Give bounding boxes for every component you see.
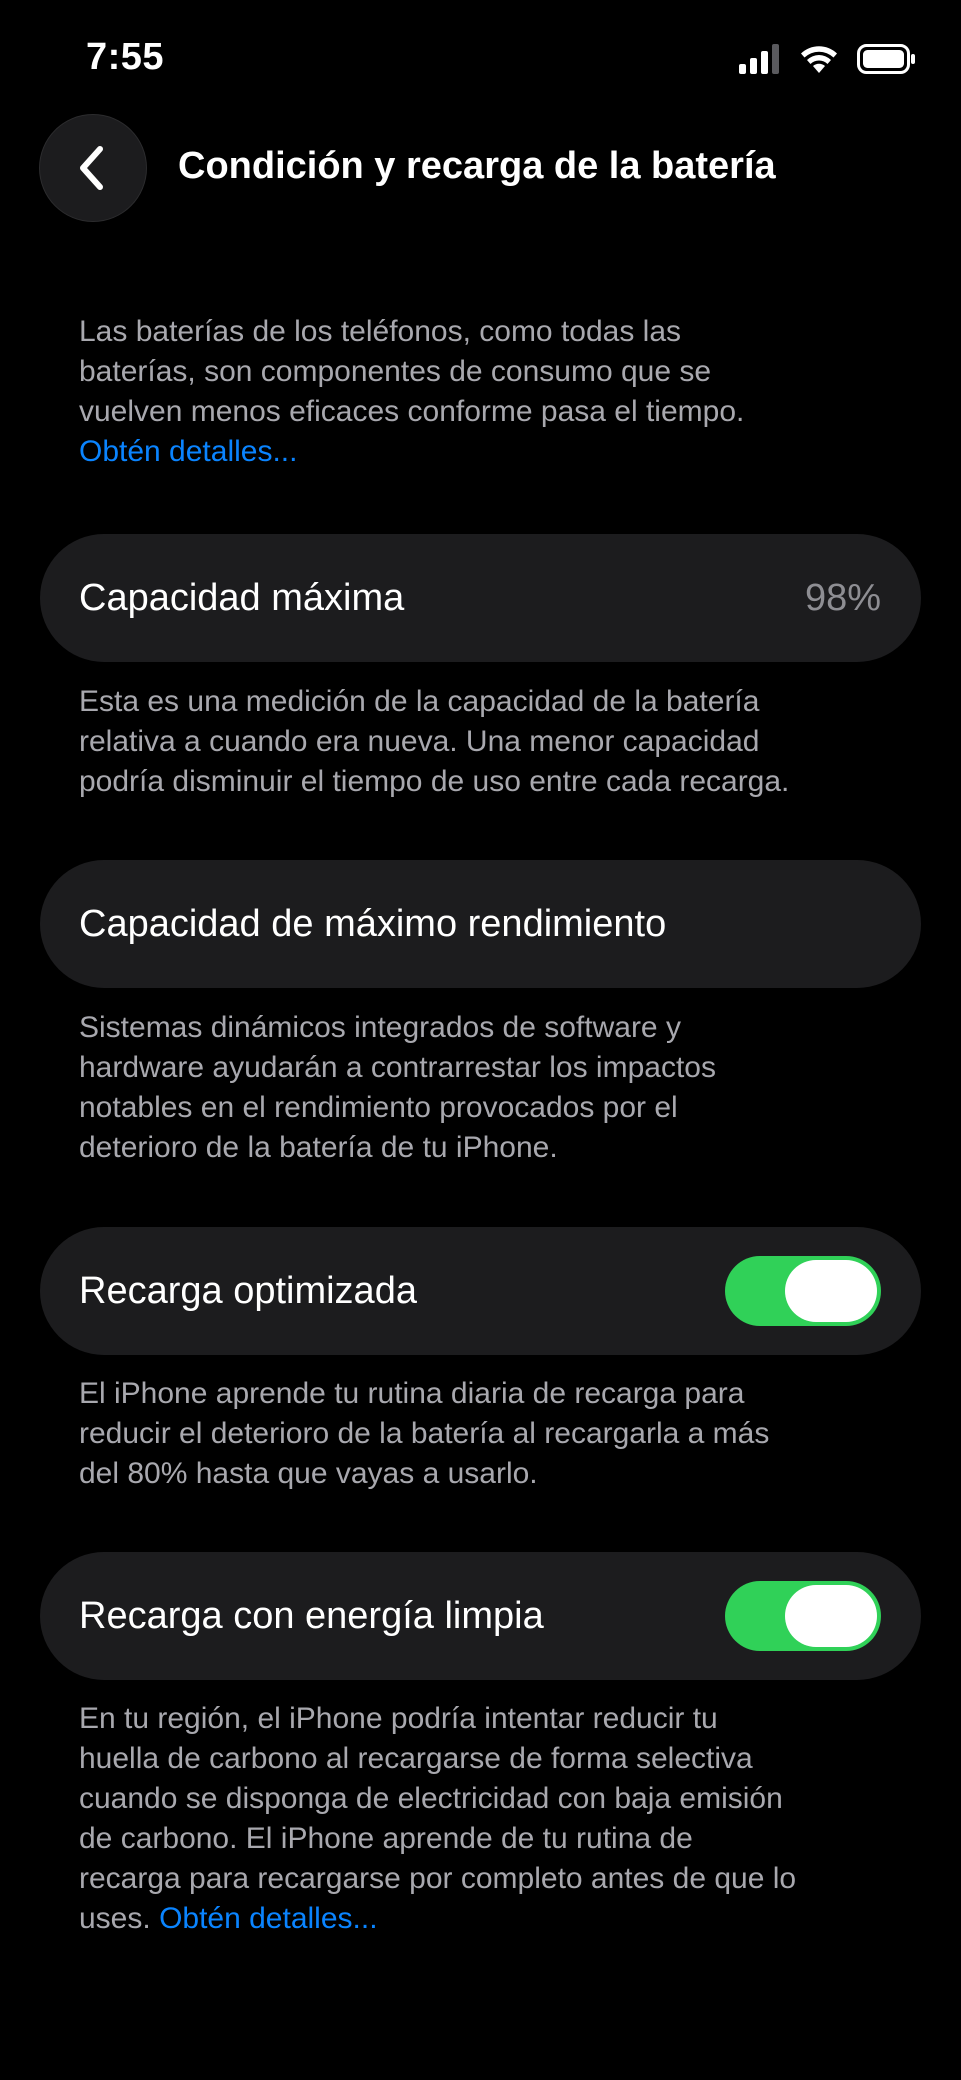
clean-energy-description: En tu región, el iPhone podría intentar … bbox=[79, 1699, 909, 1939]
description-line: huella de carbono al recargarse de forma… bbox=[79, 1742, 753, 1775]
optimized-charging-description: El iPhone aprende tu rutina diaria de re… bbox=[79, 1374, 909, 1494]
max-capacity-description: Esta es una medición de la capacidad de … bbox=[79, 682, 909, 802]
clean-energy-charging-label: Recarga con energía limpia bbox=[79, 1595, 544, 1637]
description-line: relativa a cuando era nueva. Una menor c… bbox=[79, 725, 760, 758]
description-line: de carbono. El iPhone aprende de tu ruti… bbox=[79, 1822, 693, 1855]
description-line: notables en el rendimiento provocados po… bbox=[79, 1091, 678, 1124]
wifi-icon bbox=[801, 46, 837, 73]
page-title: Condición y recarga de la batería bbox=[178, 145, 776, 187]
optimized-charging-row: Recarga optimizada bbox=[40, 1227, 921, 1355]
description-line: reducir el deterioro de la batería al re… bbox=[79, 1417, 770, 1450]
learn-more-link[interactable]: Obtén detalles... bbox=[79, 432, 909, 472]
learn-more-link[interactable]: Obtén detalles... bbox=[159, 1902, 377, 1935]
back-button[interactable] bbox=[40, 115, 146, 221]
description-line: Sistemas dinámicos integrados de softwar… bbox=[79, 1011, 681, 1044]
max-capacity-row: Capacidad máxima 98% bbox=[40, 534, 921, 662]
description-line: Esta es una medición de la capacidad de … bbox=[79, 685, 760, 718]
description-line: uses. Obtén detalles... bbox=[79, 1899, 909, 1939]
optimized-charging-toggle[interactable] bbox=[725, 1256, 881, 1326]
description-line: deterioro de la batería de tu iPhone. bbox=[79, 1131, 558, 1164]
clean-energy-charging-toggle[interactable] bbox=[725, 1581, 881, 1651]
status-icons bbox=[739, 44, 917, 74]
intro-description: Las baterías de los teléfonos, como toda… bbox=[79, 312, 909, 472]
description-line: recarga para recargarse por completo ant… bbox=[79, 1862, 797, 1895]
status-bar: 7:55 bbox=[0, 0, 961, 120]
description-line: cuando se disponga de electricidad con b… bbox=[79, 1782, 783, 1815]
intro-line: Las baterías de los teléfonos, como toda… bbox=[79, 315, 682, 348]
description-line: del 80% hasta que vayas a usarlo. bbox=[79, 1457, 538, 1490]
chevron-left-icon bbox=[80, 146, 103, 190]
description-line: hardware ayudarán a contrarrestar los im… bbox=[79, 1051, 716, 1084]
clean-energy-charging-row: Recarga con energía limpia bbox=[40, 1552, 921, 1680]
peak-performance-label: Capacidad de máximo rendimiento bbox=[79, 903, 667, 945]
intro-line: vuelven menos eficaces conforme pasa el … bbox=[79, 395, 745, 428]
status-time: 7:55 bbox=[86, 36, 165, 78]
max-capacity-label: Capacidad máxima bbox=[79, 577, 405, 619]
description-line: En tu región, el iPhone podría intentar … bbox=[79, 1702, 718, 1735]
description-text: uses. bbox=[79, 1902, 151, 1935]
navigation-bar: Condición y recarga de la batería bbox=[0, 115, 961, 225]
optimized-charging-label: Recarga optimizada bbox=[79, 1270, 417, 1312]
toggle-knob bbox=[785, 1260, 877, 1322]
battery-icon bbox=[857, 44, 915, 74]
peak-performance-description: Sistemas dinámicos integrados de softwar… bbox=[79, 1008, 909, 1168]
description-line: podría disminuir el tiempo de uso entre … bbox=[79, 765, 790, 798]
peak-performance-row: Capacidad de máximo rendimiento bbox=[40, 860, 921, 988]
intro-line: baterías, son componentes de consumo que… bbox=[79, 355, 712, 388]
max-capacity-value: 98% bbox=[804, 577, 881, 619]
toggle-knob bbox=[785, 1585, 877, 1647]
signal-icon bbox=[739, 44, 779, 74]
description-line: El iPhone aprende tu rutina diaria de re… bbox=[79, 1377, 745, 1410]
